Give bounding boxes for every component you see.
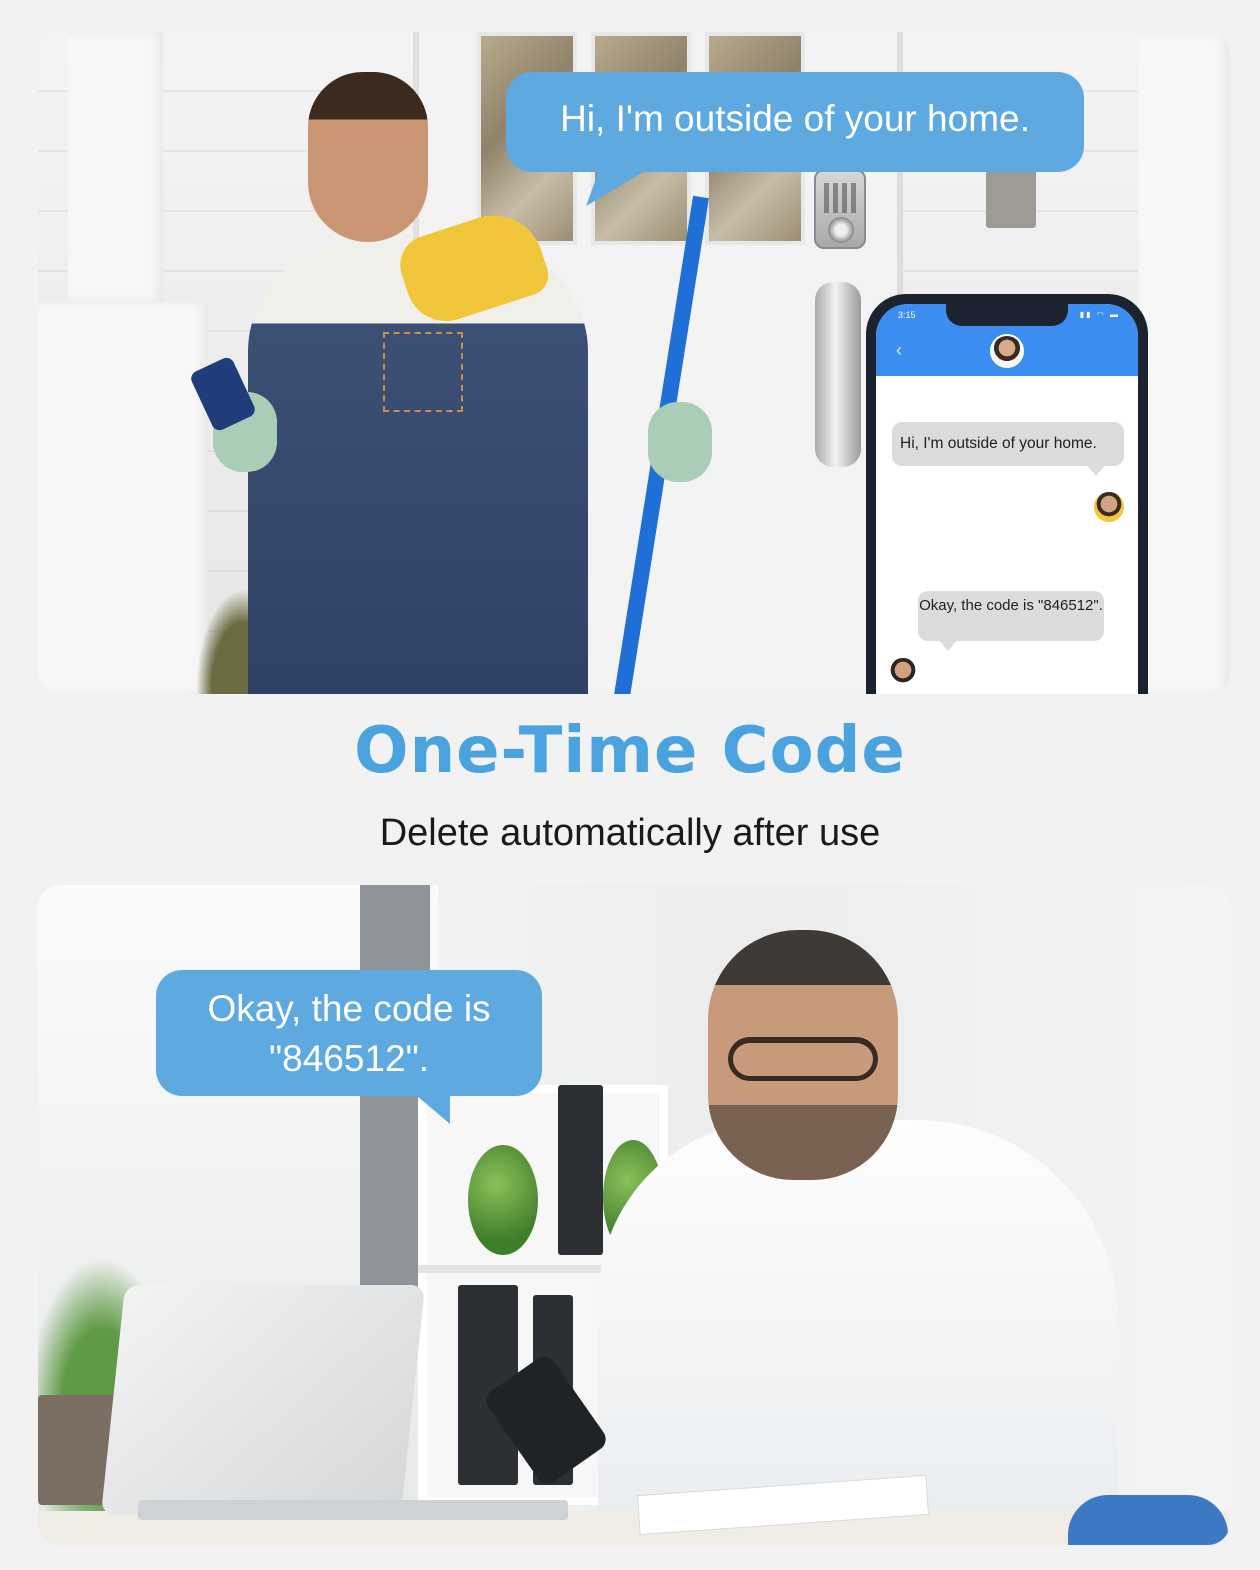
speech-bubble-line: "846512". <box>268 1038 429 1079</box>
porch-column-base <box>38 302 208 694</box>
status-time: 3:15 <box>898 310 916 320</box>
topiary-plant <box>468 1145 538 1255</box>
signal-wifi-battery-icon: ▮▮ ◠ ▬ <box>1079 310 1120 319</box>
smart-lock-keypad <box>814 169 866 249</box>
glove-right <box>648 402 712 482</box>
chevron-left-icon[interactable]: ‹ <box>896 340 902 361</box>
binder <box>558 1085 603 1255</box>
page-title: One-Time Code <box>354 714 906 788</box>
chat-message-reply: Okay, the code is "846512". <box>918 591 1104 641</box>
office-chair <box>1068 1495 1228 1545</box>
contact-avatar <box>990 334 1024 368</box>
laptop <box>100 1285 426 1515</box>
speech-bubble-tail <box>410 1090 450 1124</box>
owner-avatar <box>886 656 920 690</box>
keypad-buttons <box>824 183 858 213</box>
deadbolt-knob <box>828 217 854 243</box>
door-handle <box>815 282 861 467</box>
top-photo-panel: Hi, I'm outside of your home. 3:15 ▮▮ ◠ … <box>38 32 1230 694</box>
phone-screen: 3:15 ▮▮ ◠ ▬ ‹ Hi, I'm outside of your ho… <box>876 304 1138 694</box>
phone-notch <box>946 304 1068 326</box>
apron-pocket <box>383 332 463 412</box>
chat-message-incoming: Hi, I'm outside of your home. <box>892 422 1124 466</box>
worker-avatar <box>1092 490 1126 524</box>
page-subtitle: Delete automatically after use <box>379 812 881 854</box>
porch-pillar-right <box>1138 32 1230 694</box>
speech-bubble-visitor: Hi, I'm outside of your home. <box>506 72 1084 172</box>
laptop-base <box>138 1500 568 1520</box>
speech-bubble-owner: Okay, the code is "846512". <box>156 970 542 1096</box>
worker-head <box>308 72 428 242</box>
bottom-photo-panel: Okay, the code is "846512". <box>38 885 1230 1545</box>
speech-bubble-line: Okay, the code is <box>207 988 491 1029</box>
glasses <box>728 1037 878 1081</box>
phone-mockup: 3:15 ▮▮ ◠ ▬ ‹ Hi, I'm outside of your ho… <box>866 294 1148 694</box>
message-tail <box>1086 464 1106 476</box>
message-tail <box>938 639 958 651</box>
porch-pillar <box>68 32 163 302</box>
